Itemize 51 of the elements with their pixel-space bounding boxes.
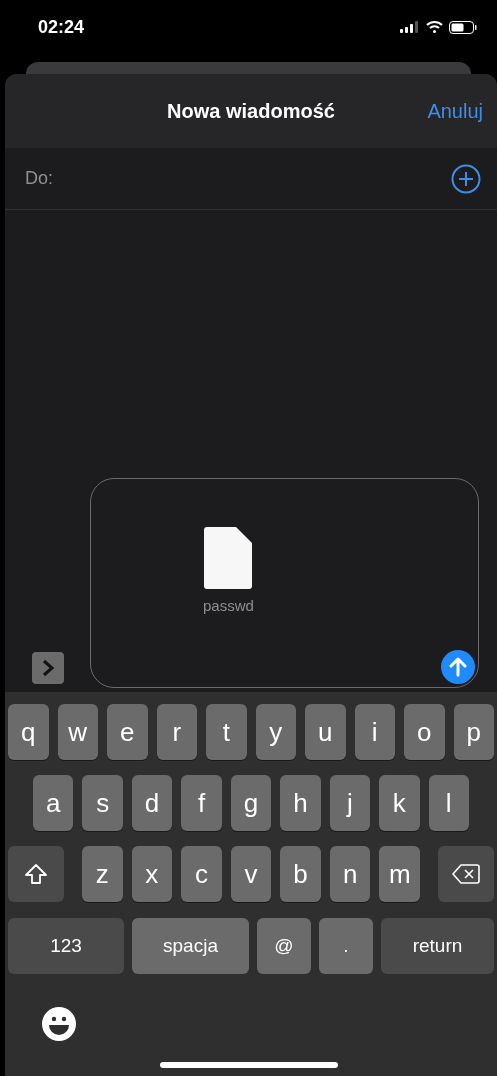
keyboard-key[interactable]: c [181, 846, 222, 902]
delete-key[interactable] [438, 846, 495, 902]
keyboard-key[interactable]: return [381, 918, 494, 974]
keyboard-key[interactable]: x [131, 846, 173, 902]
expand-button[interactable] [32, 652, 64, 684]
shift-icon [24, 863, 48, 885]
keyboard-key[interactable]: g [230, 775, 272, 831]
add-icon[interactable] [451, 163, 481, 194]
keyboard-key[interactable]: y [255, 704, 296, 760]
battery-icon [449, 20, 477, 34]
keyboard-key[interactable]: o [404, 704, 445, 760]
delete-icon [452, 864, 481, 884]
keyboard-key[interactable]: j [329, 775, 371, 831]
chevron-right-icon [41, 659, 55, 677]
keyboard-key[interactable]: l [428, 775, 469, 831]
keyboard-key[interactable]: k [379, 775, 420, 831]
keyboard-key[interactable]: e [107, 704, 148, 760]
keyboard-key[interactable]: z [82, 846, 123, 902]
keyboard-key[interactable]: t [206, 704, 247, 760]
cancel-link[interactable]: Anuluj [427, 96, 483, 126]
status-time: 02:24 [38, 15, 85, 39]
keyboard-key[interactable]: @ [257, 918, 311, 974]
keyboard-key[interactable]: p [453, 704, 494, 760]
send-button[interactable] [441, 650, 475, 684]
keyboard-key[interactable]: n [329, 846, 371, 902]
keyboard-key[interactable]: spacja [132, 918, 249, 974]
header-title: Nowa wiadomość [167, 99, 335, 124]
keyboard-key[interactable]: q [8, 704, 49, 760]
keyboard-key[interactable]: v [230, 846, 272, 902]
keyboard-key[interactable]: s [82, 775, 123, 831]
keyboard-key[interactable]: i [354, 704, 395, 760]
to-label: Do: [25, 167, 53, 190]
emoji-icon[interactable] [41, 1006, 77, 1042]
keyboard-key[interactable]: h [280, 775, 321, 831]
keyboard-key[interactable]: r [156, 704, 197, 760]
file-name: passwd [203, 596, 254, 616]
keyboard-key[interactable]: . [319, 918, 373, 974]
keyboard-key[interactable]: u [305, 704, 346, 760]
keyboard-key[interactable]: b [280, 846, 321, 902]
keyboard-key[interactable]: f [181, 775, 222, 831]
wifi-icon [426, 21, 443, 33]
arrow-up-icon [449, 657, 467, 677]
signal-icon [400, 21, 420, 33]
shift-key[interactable] [8, 846, 64, 902]
keyboard-key[interactable]: d [131, 775, 173, 831]
keyboard-key[interactable]: a [33, 775, 74, 831]
message-field[interactable]: passwd [90, 478, 479, 688]
keyboard-key[interactable]: w [57, 704, 98, 760]
keyboard-key[interactable]: m [379, 846, 421, 902]
file-icon[interactable] [204, 527, 253, 589]
keyboard-key[interactable]: 123 [8, 918, 124, 974]
